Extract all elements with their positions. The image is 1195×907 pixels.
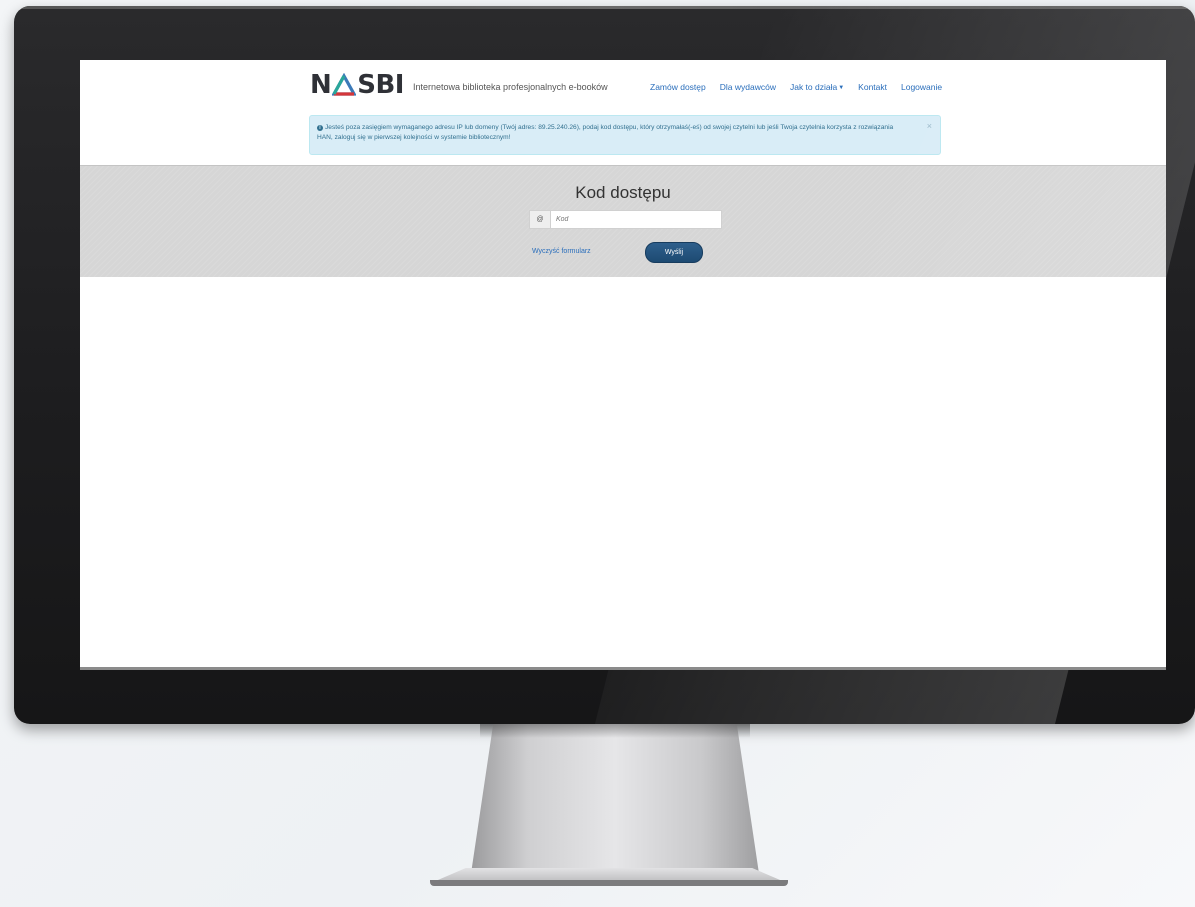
code-input[interactable] xyxy=(551,211,721,228)
nav-item-order-access[interactable]: Zamów dostęp xyxy=(650,82,706,92)
logo-letters-sbi: SBI xyxy=(357,70,404,100)
bezel-top-edge xyxy=(14,6,1195,9)
caret-down-icon: ▼ xyxy=(838,85,845,91)
main-nav: Zamów dostęp Dla wydawców Jak to działa▼… xyxy=(650,82,942,92)
access-code-band: Kod dostępu @ Wyczyść formularz Wyślij xyxy=(80,165,1166,277)
logo-letter-n: N xyxy=(310,70,332,100)
site-tagline: Internetowa biblioteka profesjonalnych e… xyxy=(413,82,608,92)
stand-shadow xyxy=(480,724,750,738)
info-icon: i xyxy=(317,125,323,131)
submit-button[interactable]: Wyślij xyxy=(645,242,703,263)
info-alert: i Jesteś poza zasięgiem wymaganego adresu… xyxy=(309,115,941,155)
at-sign-icon: @ xyxy=(530,211,551,228)
form-title: Kod dostępu xyxy=(575,183,671,202)
scene: N SBI Internetowa biblioteka profesjonal… xyxy=(0,0,1195,907)
monitor-screen: N SBI Internetowa biblioteka profesjonal… xyxy=(80,60,1166,670)
logo-triangle-icon xyxy=(332,73,357,96)
nasbi-logo[interactable]: N SBI xyxy=(310,70,404,100)
nav-item-how-it-works-label: Jak to działa xyxy=(789,82,838,92)
screen-bottom-edge xyxy=(80,667,1166,670)
monitor-bezel: N SBI Internetowa biblioteka profesjonal… xyxy=(14,6,1195,724)
alert-text: Jesteś poza zasięgiem wymaganego adresu … xyxy=(317,124,894,141)
clear-form-link[interactable]: Wyczyść formularz xyxy=(532,248,591,255)
navbar: N SBI Internetowa biblioteka profesjonal… xyxy=(80,60,1166,112)
nav-item-for-publishers[interactable]: Dla wydawców xyxy=(720,82,776,92)
code-input-group: @ xyxy=(529,210,722,229)
nav-item-login[interactable]: Logowanie xyxy=(901,82,942,92)
nav-item-contact[interactable]: Kontakt xyxy=(858,82,887,92)
close-icon[interactable]: × xyxy=(927,121,932,132)
stand-base-edge xyxy=(430,880,788,886)
nav-item-how-it-works[interactable]: Jak to działa▼ xyxy=(790,82,844,92)
monitor-stand-base xyxy=(430,868,788,884)
